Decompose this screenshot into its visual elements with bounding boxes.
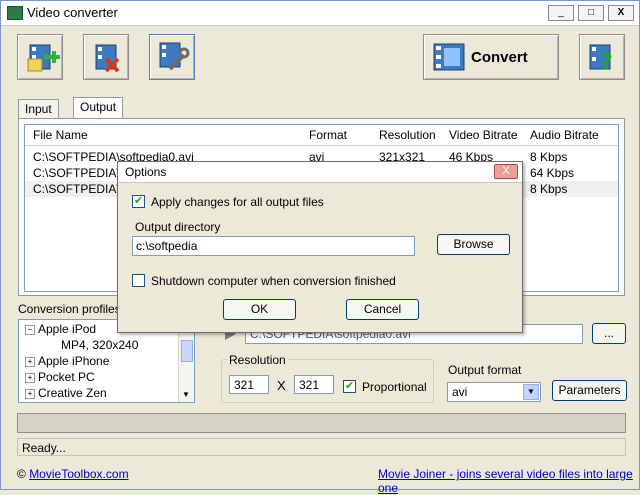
output-directory-label: Output directory bbox=[135, 220, 221, 234]
remove-files-button[interactable] bbox=[83, 34, 129, 80]
tree-item-apple-ipod[interactable]: − Apple iPod bbox=[25, 322, 96, 336]
apply-all-checkbox[interactable]: ✔ bbox=[132, 195, 145, 208]
tree-item-label: Apple iPhone bbox=[38, 354, 110, 368]
collapse-icon[interactable]: − bbox=[25, 324, 35, 335]
minimize-button[interactable]: _ bbox=[548, 5, 574, 21]
film-icon bbox=[433, 43, 465, 71]
expand-icon[interactable]: + bbox=[25, 372, 35, 383]
shutdown-label: Shutdown computer when conversion finish… bbox=[151, 274, 396, 288]
width-input[interactable]: 321 bbox=[229, 375, 269, 394]
dialog-close-button[interactable]: X bbox=[494, 164, 518, 179]
expand-icon[interactable]: + bbox=[25, 356, 35, 367]
movietoolbox-link[interactable]: MovieToolbox.com bbox=[29, 467, 128, 481]
window-title: Video converter bbox=[27, 5, 118, 20]
maximize-button[interactable]: □ bbox=[578, 5, 604, 21]
tree-item-pocket-pc[interactable]: + Pocket PC bbox=[25, 370, 95, 384]
output-format-select[interactable]: avi ▼ bbox=[447, 382, 541, 402]
remove-files-icon bbox=[95, 44, 120, 73]
column-file-name[interactable]: File Name bbox=[33, 128, 88, 142]
add-files-icon bbox=[27, 44, 60, 72]
help-button[interactable]: ? bbox=[579, 34, 625, 80]
convert-button[interactable]: Convert bbox=[423, 34, 559, 80]
convert-label: Convert bbox=[471, 49, 528, 66]
output-format-value: avi bbox=[452, 385, 468, 399]
dialog-browse-button[interactable]: Browse bbox=[437, 234, 510, 255]
proportional-label: Proportional bbox=[362, 380, 427, 394]
proportional-checkbox[interactable]: ✔ bbox=[343, 380, 356, 393]
cell-audio-bitrate: 8 Kbps bbox=[530, 150, 568, 164]
apply-all-label: Apply changes for all output files bbox=[151, 195, 324, 209]
column-audio-bitrate[interactable]: Audio Bitrate bbox=[530, 128, 599, 142]
cell-audio-bitrate: 64 Kbps bbox=[530, 166, 575, 180]
output-directory-input[interactable]: c:\softpedia bbox=[132, 236, 415, 256]
svg-text:?: ? bbox=[600, 50, 613, 75]
scroll-thumb[interactable] bbox=[181, 340, 193, 362]
help-icon: ? bbox=[589, 44, 613, 75]
dialog-title: Options bbox=[125, 165, 167, 179]
title-bar: Video converter _ □ X bbox=[1, 1, 639, 26]
profiles-label: Conversion profiles bbox=[18, 302, 121, 316]
tree-item-label: Apple iPod bbox=[38, 322, 97, 336]
progress-bar bbox=[17, 413, 626, 433]
tab-output-files[interactable]: Output files bbox=[73, 97, 124, 133]
tree-item-label: Creative Zen bbox=[38, 386, 107, 400]
parameters-button[interactable]: Parameters bbox=[552, 380, 627, 401]
shutdown-checkbox[interactable] bbox=[132, 274, 145, 287]
tree-item-mp4-320x240[interactable]: MP4, 320x240 bbox=[61, 338, 138, 352]
movie-joiner-link[interactable]: Movie Joiner - joins several video files… bbox=[378, 467, 639, 495]
app-film-icon bbox=[7, 6, 23, 20]
tree-item-label: MP4, 320x240 bbox=[61, 338, 139, 352]
column-format[interactable]: Format bbox=[309, 128, 347, 142]
tree-item-apple-iphone[interactable]: + Apple iPhone bbox=[25, 354, 109, 368]
footer-left: © MovieToolbox.com bbox=[17, 467, 129, 481]
options-dialog: Options X ✔ Apply changes for all output… bbox=[117, 161, 523, 333]
scroll-down-icon[interactable]: ▼ bbox=[182, 390, 190, 399]
status-bar: Ready... bbox=[17, 438, 626, 456]
cell-audio-bitrate: 8 Kbps bbox=[530, 182, 568, 196]
column-video-bitrate[interactable]: Video Bitrate bbox=[449, 128, 518, 142]
tree-item-creative-zen[interactable]: + Creative Zen bbox=[25, 386, 107, 400]
copyright-symbol: © bbox=[17, 467, 26, 481]
expand-icon[interactable]: + bbox=[25, 388, 35, 399]
column-resolution[interactable]: Resolution bbox=[379, 128, 436, 142]
ok-button[interactable]: OK bbox=[223, 299, 296, 320]
settings-icon bbox=[159, 42, 190, 71]
browse-file-button[interactable]: ... bbox=[592, 323, 626, 344]
add-files-button[interactable] bbox=[17, 34, 63, 80]
tab-input-files[interactable]: Input files bbox=[18, 99, 59, 135]
times-label: X bbox=[277, 378, 286, 393]
close-button[interactable]: X bbox=[608, 5, 634, 21]
settings-button[interactable] bbox=[149, 34, 195, 80]
cancel-button[interactable]: Cancel bbox=[346, 299, 419, 320]
file-list-header: File Name Format Resolution Video Bitrat… bbox=[25, 125, 618, 146]
resolution-label: Resolution bbox=[227, 353, 288, 367]
chevron-down-icon: ▼ bbox=[523, 384, 539, 400]
height-input[interactable]: 321 bbox=[294, 375, 334, 394]
output-format-label: Output format bbox=[448, 363, 522, 377]
tree-item-label: Pocket PC bbox=[38, 370, 95, 384]
dialog-title-bar: Options X bbox=[118, 162, 522, 183]
main-window: Video converter _ □ X Convert ? Input Ou… bbox=[0, 0, 640, 495]
